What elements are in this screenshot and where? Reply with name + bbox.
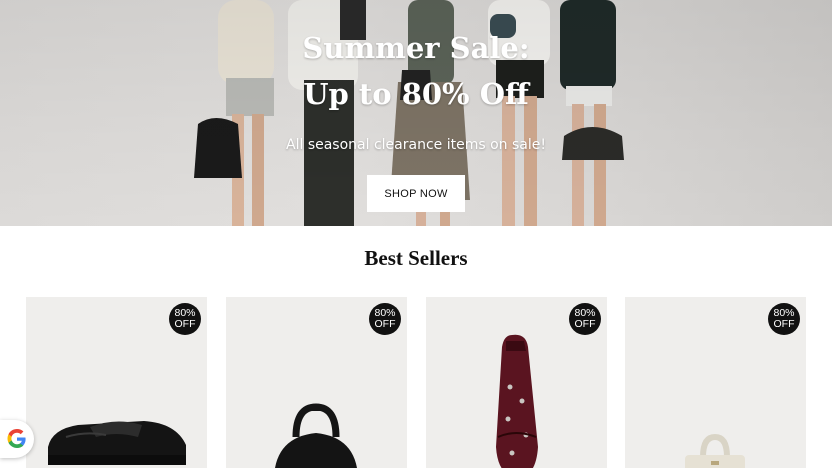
hero-title-line1: Summer Sale: — [302, 31, 530, 65]
product-card[interactable]: 80% OFF — [625, 297, 806, 468]
badge-off: OFF — [773, 318, 795, 330]
product-card[interactable]: 80% OFF — [26, 297, 207, 468]
hero-subtitle: All seasonal clearance items on sale! — [286, 137, 546, 153]
discount-badge: 80% OFF — [768, 303, 800, 335]
product-card[interactable]: 80% OFF — [226, 297, 407, 468]
badge-off: OFF — [174, 318, 196, 330]
badge-off: OFF — [374, 318, 396, 330]
google-icon — [7, 429, 26, 448]
badge-off: OFF — [574, 318, 596, 330]
hero-banner: Summer Sale: Up to 80% Off All seasonal … — [0, 0, 832, 226]
product-card[interactable]: 80% OFF — [426, 297, 607, 468]
discount-badge: 80% OFF — [169, 303, 201, 335]
shop-now-button[interactable]: SHOP NOW — [367, 175, 465, 212]
best-sellers-title: Best Sellers — [364, 246, 468, 270]
discount-badge: 80% OFF — [369, 303, 401, 335]
discount-badge: 80% OFF — [569, 303, 601, 335]
hero-title-line2: Up to 80% Off — [303, 77, 529, 111]
